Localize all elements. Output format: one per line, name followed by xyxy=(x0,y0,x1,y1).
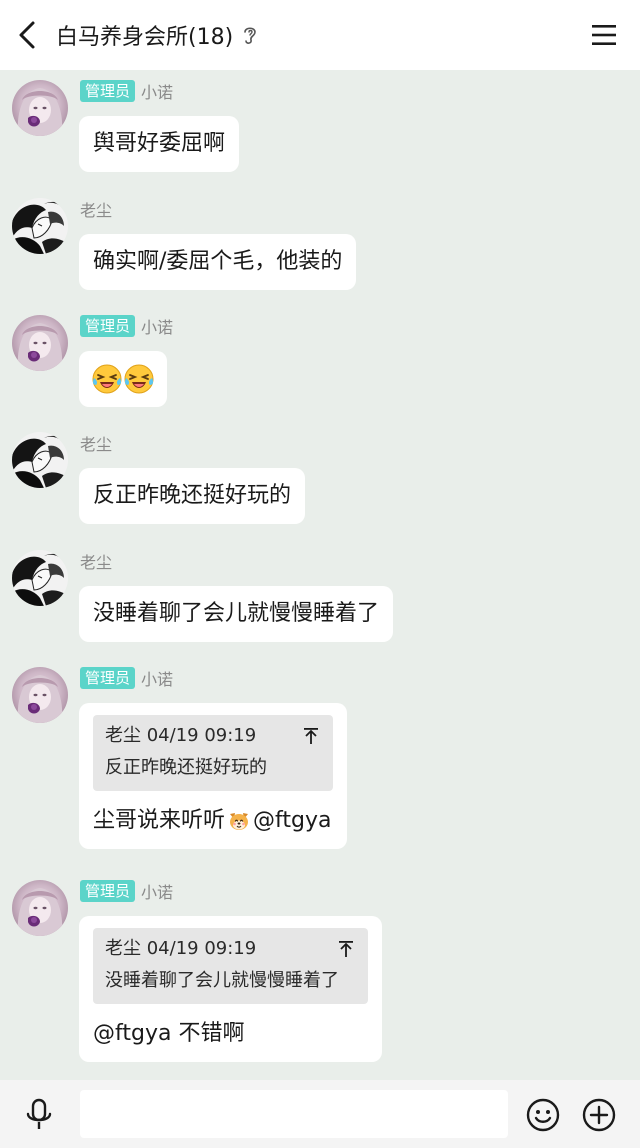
sender-name: 小诺 xyxy=(141,83,174,102)
admin-badge: 管理员 xyxy=(80,667,136,689)
avatar[interactable] xyxy=(12,667,68,723)
sender-name: 小诺 xyxy=(141,883,174,902)
sender-name: 老尘 xyxy=(80,553,113,572)
avatar[interactable] xyxy=(12,80,68,136)
plus-circle-icon[interactable] xyxy=(582,1098,616,1132)
sender-meta: 管理员 小诺 xyxy=(80,667,173,689)
quote-header: 老尘 04/19 09:19 xyxy=(105,936,356,962)
reply-text-part: 尘哥说来听听 xyxy=(93,808,226,833)
sender-meta: 老尘 xyxy=(80,198,112,220)
message-bubble[interactable]: 老尘 04/19 09:19 反正昨晚还挺好玩的 尘哥说来听听 @ftgya xyxy=(79,703,347,849)
quote-author: 老尘 xyxy=(105,725,141,746)
message-bubble[interactable] xyxy=(79,351,167,407)
message-bubble[interactable]: 舆哥好委屈啊 xyxy=(79,116,240,172)
menu-icon[interactable] xyxy=(590,20,618,50)
jump-to-original-icon[interactable] xyxy=(303,727,319,745)
admin-badge: 管理员 xyxy=(80,315,136,337)
quote-author: 老尘 xyxy=(105,938,141,959)
avatar[interactable] xyxy=(12,315,68,371)
quoted-message[interactable]: 老尘 04/19 09:19 反正昨晚还挺好玩的 xyxy=(93,715,333,791)
avatar[interactable] xyxy=(12,198,68,254)
emoji-icon[interactable] xyxy=(526,1098,560,1132)
grinning-tears-emoji xyxy=(123,363,155,395)
dog-face-emoji xyxy=(227,809,251,833)
quote-text: 没睡着聊了会儿就慢慢睡着了 xyxy=(105,970,339,991)
avatar[interactable] xyxy=(12,432,68,488)
quote-time: 04/19 09:19 xyxy=(146,725,257,746)
composer-bar xyxy=(0,1080,640,1148)
group-title: 白马养身会所(18) xyxy=(56,25,234,50)
jump-to-original-icon[interactable] xyxy=(338,940,354,958)
microphone-icon[interactable] xyxy=(24,1098,54,1132)
sender-meta: 管理员 小诺 xyxy=(80,315,173,337)
grinning-tears-emoji xyxy=(91,363,123,395)
message-bubble[interactable]: 反正昨晚还挺好玩的 xyxy=(79,468,306,524)
sender-meta: 管理员 小诺 xyxy=(80,880,173,902)
sender-name: 小诺 xyxy=(141,670,174,689)
quote-text: 反正昨晚还挺好玩的 xyxy=(105,757,267,778)
message-bubble[interactable]: 确实啊/委屈个毛，他装的 xyxy=(79,234,357,290)
quoted-message[interactable]: 老尘 04/19 09:19 没睡着聊了会儿就慢慢睡着了 xyxy=(93,928,368,1004)
sender-meta: 管理员 小诺 xyxy=(80,80,173,102)
sender-name: 老尘 xyxy=(80,201,113,220)
message-input[interactable] xyxy=(80,1090,508,1138)
back-button[interactable] xyxy=(0,0,54,70)
sender-name: 老尘 xyxy=(80,435,113,454)
quote-time: 04/19 09:19 xyxy=(146,938,257,959)
reply-text: @ftgya 不错啊 xyxy=(93,1021,245,1046)
chat-area[interactable]: 管理员 小诺 舆哥好委屈啊 老尘 确实啊/委屈个毛，他装的 管理员 小诺 老尘 … xyxy=(0,70,640,1080)
sender-name: 小诺 xyxy=(141,318,174,337)
ear-icon[interactable] xyxy=(241,24,259,46)
message-bubble[interactable]: 没睡着聊了会儿就慢慢睡着了 xyxy=(79,586,394,642)
admin-badge: 管理员 xyxy=(80,880,136,902)
mention-link[interactable]: @ftgya xyxy=(253,808,331,833)
message-bubble[interactable]: 老尘 04/19 09:19 没睡着聊了会儿就慢慢睡着了 @ftgya 不错啊 xyxy=(79,916,382,1062)
admin-badge: 管理员 xyxy=(80,80,136,102)
chevron-left-icon xyxy=(19,21,35,49)
quote-header: 老尘 04/19 09:19 xyxy=(105,723,321,749)
avatar[interactable] xyxy=(12,880,68,936)
top-bar: 白马养身会所(18) xyxy=(0,0,640,70)
avatar[interactable] xyxy=(12,550,68,606)
reply-text: 尘哥说来听听 @ftgya xyxy=(93,791,333,849)
sender-meta: 老尘 xyxy=(80,432,112,454)
sender-meta: 老尘 xyxy=(80,550,112,572)
